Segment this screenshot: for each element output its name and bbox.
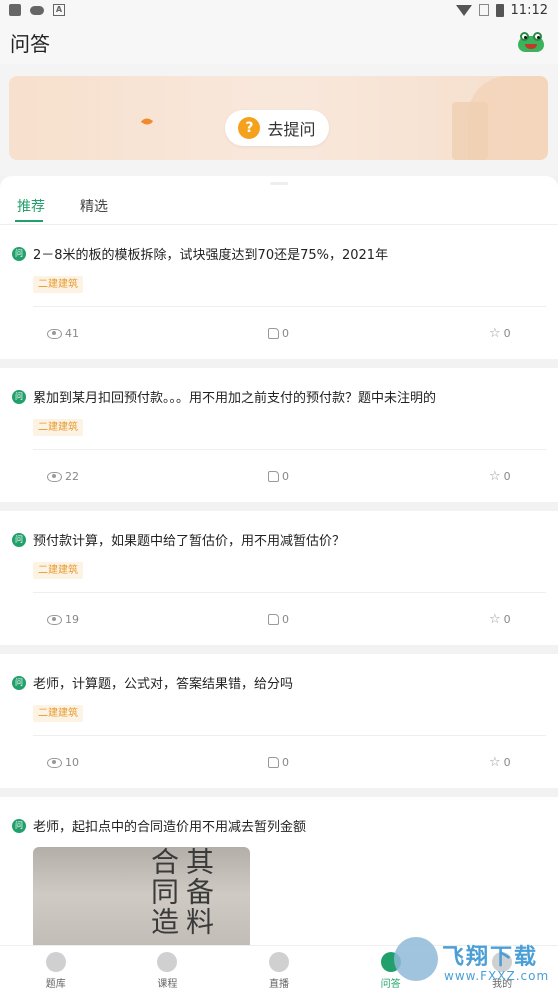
divider [33, 449, 546, 450]
wifi-icon [455, 4, 472, 16]
views-stat: 22 [47, 470, 79, 483]
watermark-title: 飞翔下载 [442, 945, 539, 970]
like-button[interactable]: 0 [268, 470, 289, 483]
category-tag[interactable]: 二建建筑 [33, 705, 83, 722]
question-card[interactable]: 问 2－8米的板的模板拆除，试块强度达到70还是75%，2021年 二建建筑 4… [0, 225, 558, 359]
favorites-count: 0 [503, 327, 511, 340]
nav-label: 直播 [268, 979, 289, 990]
favorites-count: 0 [503, 756, 511, 769]
views-stat: 41 [47, 327, 79, 340]
question-card[interactable]: 问 老师，计算题，公式对，答案结果错，给分吗 二建建筑 10 0 ☆ 0 [0, 654, 558, 788]
tab-featured[interactable]: 精选 [80, 196, 108, 216]
nav-courses[interactable]: 课程 [112, 946, 224, 996]
views-count: 10 [65, 756, 79, 769]
frog-mascot-icon[interactable] [518, 32, 544, 52]
category-tag[interactable]: 二建建筑 [33, 276, 83, 293]
cloud-icon [30, 5, 44, 15]
star-icon: ☆ [489, 611, 501, 627]
ask-banner: ? 去提问 [9, 76, 548, 160]
nav-question-bank[interactable]: 题库 [0, 946, 112, 996]
tab-bar: 推荐 精选 [0, 176, 558, 225]
views-stat: 19 [47, 613, 79, 626]
favorites-count: 0 [503, 613, 511, 626]
nav-label: 题库 [45, 979, 66, 990]
watermark-logo-icon [394, 937, 438, 981]
question-title[interactable]: 老师，起扣点中的合同造价用不用减去暂列金额 [33, 816, 306, 835]
eye-icon [47, 471, 62, 482]
views-count: 22 [65, 470, 79, 483]
category-tag[interactable]: 二建建筑 [33, 562, 83, 579]
question-card[interactable]: 问 累加到某月扣回预付款。。。用不用加之前支付的预付款？题中未注明的 二建建筑 … [0, 368, 558, 502]
notification-icon [9, 4, 21, 16]
views-count: 41 [65, 327, 79, 340]
ask-question-label: 去提问 [267, 120, 316, 139]
likes-count: 0 [282, 327, 289, 340]
question-badge-icon: 问 [12, 675, 26, 690]
sheet-grabber [270, 182, 288, 185]
like-button[interactable]: 0 [268, 613, 289, 626]
question-title[interactable]: 预付款计算，如果题中给了暂估价，用不用减暂估价？ [33, 530, 345, 549]
site-watermark: 飞翔下载 www.FXXZ.com [394, 935, 552, 991]
question-mark-icon: ? [238, 117, 261, 139]
likes-count: 0 [282, 470, 289, 483]
pencil-icon [45, 952, 66, 972]
favorite-button[interactable]: ☆ 0 [489, 611, 511, 627]
status-bar: A 11:12 [0, 0, 558, 20]
battery-icon [495, 3, 504, 17]
question-card[interactable]: 问 预付款计算，如果题中给了暂估价，用不用减暂估价？ 二建建筑 19 0 ☆ 0 [0, 511, 558, 645]
eye-icon [47, 757, 62, 768]
question-badge-icon: 问 [12, 818, 26, 833]
page-title: 问答 [10, 31, 50, 56]
likes-count: 0 [282, 613, 289, 626]
leaf-icon [140, 115, 154, 128]
photo-text: 合同造 [147, 847, 180, 937]
like-button[interactable]: 0 [268, 756, 289, 769]
thumbs-up-icon [268, 614, 279, 625]
banner-area: ? 去提问 [0, 64, 558, 176]
nav-live[interactable]: 直播 [223, 946, 335, 996]
question-title[interactable]: 2－8米的板的模板拆除，试块强度达到70还是75%，2021年 [33, 244, 388, 263]
ask-question-button[interactable]: ? 去提问 [225, 110, 329, 146]
question-badge-icon: 问 [12, 389, 26, 404]
favorite-button[interactable]: ☆ 0 [489, 325, 511, 341]
like-button[interactable]: 0 [268, 327, 289, 340]
play-icon [157, 952, 178, 972]
favorite-button[interactable]: ☆ 0 [489, 468, 511, 484]
views-stat: 10 [47, 756, 79, 769]
status-time: 11:12 [510, 2, 548, 18]
divider [33, 306, 546, 307]
star-icon: ☆ [489, 754, 501, 770]
eye-icon [47, 328, 62, 339]
banner-decoration [452, 102, 488, 160]
question-title[interactable]: 老师，计算题，公式对，答案结果错，给分吗 [33, 673, 293, 692]
views-count: 19 [65, 613, 79, 626]
star-icon: ☆ [489, 325, 501, 341]
star-icon: ☆ [489, 468, 501, 484]
watermark-url: www.FXXZ.com [444, 969, 550, 983]
question-badge-icon: 问 [12, 246, 26, 261]
favorites-count: 0 [503, 470, 511, 483]
eye-icon [47, 614, 62, 625]
thumbs-up-icon [268, 328, 279, 339]
photo-text: 其备料 [182, 847, 215, 937]
thumbs-up-icon [268, 757, 279, 768]
question-badge-icon: 问 [12, 532, 26, 547]
nav-label: 课程 [157, 979, 178, 990]
category-tag[interactable]: 二建建筑 [33, 419, 83, 436]
sim-a-icon: A [53, 4, 65, 16]
favorite-button[interactable]: ☆ 0 [489, 754, 511, 770]
divider [33, 592, 546, 593]
question-title[interactable]: 累加到某月扣回预付款。。。用不用加之前支付的预付款？题中未注明的 [33, 387, 436, 406]
divider [33, 735, 546, 736]
tab-recommended[interactable]: 推荐 [17, 196, 45, 216]
active-tab-indicator [15, 220, 43, 222]
no-signal-icon [478, 4, 489, 16]
mic-icon [268, 952, 289, 972]
question-feed: 问 2－8米的板的模板拆除，试块强度达到70还是75%，2021年 二建建筑 4… [0, 225, 558, 967]
thumbs-up-icon [268, 471, 279, 482]
likes-count: 0 [282, 756, 289, 769]
app-header: 问答 [0, 20, 558, 64]
